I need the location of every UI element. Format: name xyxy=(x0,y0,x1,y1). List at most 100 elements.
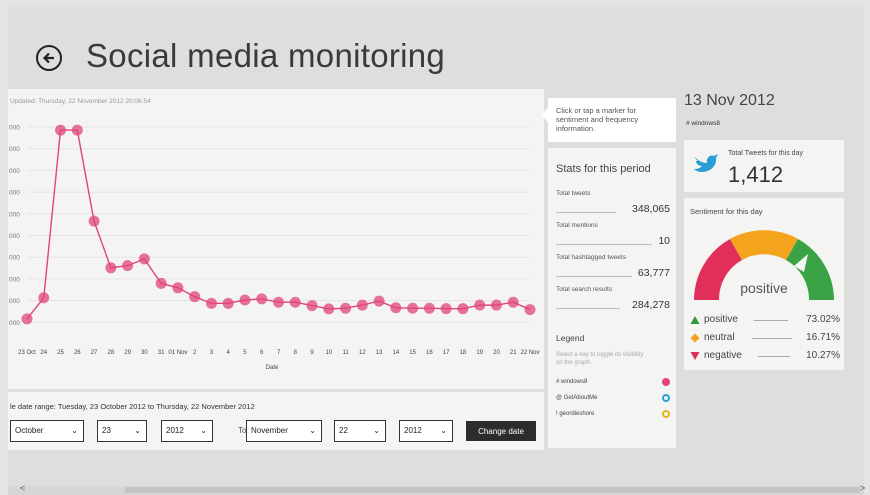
data-point[interactable] xyxy=(457,303,469,315)
data-point[interactable] xyxy=(390,302,402,314)
x-tick-label: 24 xyxy=(40,350,47,356)
y-tick-label: 000 xyxy=(9,211,20,218)
to-day-select[interactable]: 22 ⌄ xyxy=(334,420,386,442)
total-search-value: 284,278 xyxy=(632,299,670,311)
series-line-windows8 xyxy=(26,129,531,320)
data-point[interactable] xyxy=(205,297,217,309)
scroll-right-arrow[interactable]: > xyxy=(860,483,865,493)
scroll-left-arrow[interactable]: < xyxy=(20,483,25,493)
data-point[interactable] xyxy=(88,215,100,227)
total-mentions-label: Total mentions xyxy=(556,222,598,229)
data-point[interactable] xyxy=(490,299,502,311)
x-tick-label: 21 xyxy=(510,350,517,356)
x-tick-label: 15 xyxy=(409,350,416,356)
data-point[interactable] xyxy=(323,303,335,315)
x-tick-label: 27 xyxy=(91,350,98,356)
selected-hashtag: # windows8 xyxy=(686,120,720,127)
from-month-select[interactable]: October ⌄ xyxy=(10,420,84,442)
to-year-select[interactable]: 2012 ⌄ xyxy=(399,420,453,442)
legend-swatch-windows8[interactable] xyxy=(662,378,670,386)
chart-panel: Updated: Thursday, 22 November 2012 20:0… xyxy=(8,89,544,389)
sentiment-row-neutral: neutral 16.71% xyxy=(690,332,840,344)
twitter-bird-icon xyxy=(694,154,718,172)
x-tick-label: 28 xyxy=(107,350,114,356)
scrollbar-thumb[interactable] xyxy=(125,487,860,493)
legend-swatch-geordieshore[interactable] xyxy=(662,410,670,418)
x-tick-label: 7 xyxy=(277,350,281,356)
x-tick-label: 6 xyxy=(260,350,264,356)
data-point[interactable] xyxy=(474,299,486,311)
y-tick-label: 000 xyxy=(9,125,20,132)
divider xyxy=(556,244,652,245)
data-point[interactable] xyxy=(423,302,435,314)
x-tick-label: 11 xyxy=(342,350,349,356)
sentiment-row-negative: negative 10.27% xyxy=(690,350,840,362)
data-point[interactable] xyxy=(373,295,385,307)
x-tick-label: 19 xyxy=(476,350,483,356)
data-point[interactable] xyxy=(256,293,268,305)
data-point[interactable] xyxy=(71,124,83,136)
data-point[interactable] xyxy=(273,296,284,308)
x-tick-label: 8 xyxy=(294,350,298,356)
chevron-down-icon: ⌄ xyxy=(373,426,380,435)
legend-label: @ GetAboutMe xyxy=(556,395,598,401)
to-month-select[interactable]: November ⌄ xyxy=(246,420,322,442)
data-point[interactable] xyxy=(222,297,234,309)
total-tweets-label: Total tweets xyxy=(556,190,591,197)
gauge-neutral-segment xyxy=(730,230,798,260)
legend-swatch-getaboutme[interactable] xyxy=(662,394,670,402)
x-tick-label: 20 xyxy=(493,350,500,356)
data-point[interactable] xyxy=(172,282,184,294)
divider xyxy=(556,212,616,213)
legend-item-getaboutme[interactable]: @ GetAboutMe xyxy=(556,395,597,401)
from-year-select[interactable]: 2012 ⌄ xyxy=(161,420,213,442)
from-day-select[interactable]: 23 ⌄ xyxy=(97,420,147,442)
divider xyxy=(556,308,620,309)
divider xyxy=(754,320,788,321)
x-tick-label: 5 xyxy=(243,350,247,356)
data-point[interactable] xyxy=(289,296,301,308)
data-point[interactable] xyxy=(407,302,419,314)
data-point[interactable] xyxy=(239,294,251,306)
chevron-down-icon: ⌄ xyxy=(134,426,141,435)
data-point[interactable] xyxy=(306,300,318,312)
divider xyxy=(752,338,792,339)
data-point[interactable] xyxy=(155,277,167,289)
sentiment-label: Sentiment for this day xyxy=(690,207,763,216)
change-date-button[interactable]: Change date xyxy=(466,421,536,441)
chevron-down-icon: ⌄ xyxy=(200,426,207,435)
data-point[interactable] xyxy=(189,291,201,303)
x-tick-label: 3 xyxy=(210,350,214,356)
data-point[interactable] xyxy=(440,303,452,315)
x-tick-label: 23 Oct xyxy=(18,350,36,356)
back-button[interactable] xyxy=(36,45,62,71)
data-point[interactable] xyxy=(55,124,67,136)
data-point[interactable] xyxy=(340,302,352,314)
y-tick-label: 000 xyxy=(9,276,20,283)
data-point[interactable] xyxy=(105,262,117,274)
x-tick-label: 31 xyxy=(158,350,165,356)
data-point[interactable] xyxy=(356,299,368,311)
data-point[interactable] xyxy=(138,253,150,265)
x-tick-label: 9 xyxy=(310,350,314,356)
tweets-count: 1,412 xyxy=(728,162,784,187)
y-tick-label: 000 xyxy=(9,190,20,197)
chart-hint-tooltip: Click or tap a marker for sentiment and … xyxy=(541,98,676,142)
data-point[interactable] xyxy=(38,292,50,304)
data-point[interactable] xyxy=(524,304,536,316)
sentiment-percent: 16.71% xyxy=(806,332,840,343)
total-hashtagged-value: 63,777 xyxy=(637,267,670,279)
x-tick-label: 16 xyxy=(426,350,433,356)
down-triangle-icon xyxy=(690,352,700,360)
legend-item-windows8[interactable]: # windows8 xyxy=(556,379,587,385)
to-month-value: November xyxy=(251,426,288,435)
y-tick-label: 000 xyxy=(9,168,20,175)
date-range-text: le date range: Tuesday, 23 October 2012 … xyxy=(10,402,255,411)
tweets-panel: Total Tweets for this day 1,412 xyxy=(684,140,844,192)
data-point[interactable] xyxy=(507,296,519,308)
data-point[interactable] xyxy=(21,313,33,325)
legend-item-geordieshore[interactable]: ! geordieshore xyxy=(556,411,594,417)
data-point[interactable] xyxy=(122,260,134,272)
chevron-down-icon: ⌄ xyxy=(71,426,78,435)
total-search-label: Total search results xyxy=(556,286,612,293)
